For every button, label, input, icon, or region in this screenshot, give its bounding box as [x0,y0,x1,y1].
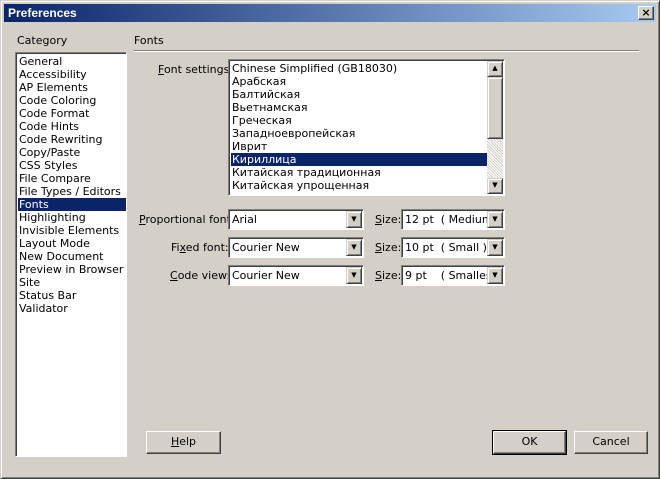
font-setting-item[interactable]: Chinese Simplified (GB18030) [231,62,489,75]
category-label: Category [17,34,68,47]
fixed-font-label: Fixed font: [171,241,229,254]
code-view-size-value: 9 pt ( Smallest ) [405,269,487,282]
title-bar[interactable]: Preferences × [4,4,656,22]
proportional-size-dropdown-icon[interactable]: ▼ [487,211,503,228]
code-view-font-select[interactable]: Courier New ▼ [228,265,364,286]
cancel-button[interactable]: Cancel [574,431,648,454]
scroll-down-arrow-icon[interactable]: ▼ [487,178,503,194]
font-setting-item[interactable]: Греческая [231,114,489,127]
proportional-font-select[interactable]: Arial ▼ [228,209,364,230]
font-settings-label: Font settings: [158,63,233,76]
fixed-font-select[interactable]: Courier New ▼ [228,237,364,258]
category-item[interactable]: Code Format [18,107,126,120]
category-item[interactable]: General [18,55,126,68]
fixed-size-label-text: ize: [381,241,402,254]
code-view-font-dropdown-icon[interactable]: ▼ [346,267,362,284]
category-item[interactable]: New Document [18,250,126,263]
code-view-size-accesskey: S [375,269,382,282]
font-setting-item[interactable]: Иврит [231,140,489,153]
proportional-font-dropdown-icon[interactable]: ▼ [346,211,362,228]
category-item[interactable]: File Types / Editors [18,185,126,198]
category-item[interactable]: Preview in Browser [18,263,126,276]
fixed-size-label: Size: [375,241,401,254]
code-view-font-value: Courier New [232,269,300,282]
help-label: elp [179,435,197,448]
fixed-font-dropdown-icon[interactable]: ▼ [346,239,362,256]
proportional-size-select[interactable]: 12 pt ( Medium ) ▼ [401,209,505,230]
code-view-label-text: ode view: [177,269,231,282]
font-setting-item[interactable]: Китайская упрощенная [231,179,489,192]
font-settings-label-text: ont settings: [163,63,234,76]
category-item[interactable]: Layout Mode [18,237,126,250]
proportional-size-label-text: ize: [381,213,402,226]
fixed-font-label-start: Fi [171,241,180,254]
proportional-font-value: Arial [232,213,257,226]
category-item[interactable]: AP Elements [18,81,126,94]
category-item[interactable]: Highlighting [18,211,126,224]
category-item[interactable]: Validator [18,302,126,315]
category-item[interactable]: Invisible Elements [18,224,126,237]
ok-button[interactable]: OK [492,430,567,455]
category-item[interactable]: File Compare [18,172,126,185]
category-item[interactable]: Code Hints [18,120,126,133]
font-setting-item[interactable]: Китайская традиционная [231,166,489,179]
font-setting-item[interactable]: Западноевропейская [231,127,489,140]
section-divider [134,50,639,52]
font-setting-item[interactable]: Вьетнамская [231,101,489,114]
help-accesskey: H [170,435,180,448]
code-view-size-select[interactable]: 9 pt ( Smallest ) ▼ [401,265,505,286]
font-settings-list[interactable]: Chinese Simplified (GB18030) Арабская Балт… [228,59,505,196]
category-item[interactable]: CSS Styles [18,159,126,172]
font-setting-item[interactable]: Балтийская [231,88,489,101]
code-view-accesskey: C [170,269,178,282]
scroll-up-arrow-icon[interactable]: ▲ [487,61,503,77]
category-item[interactable]: Status Bar [18,289,126,302]
fixed-font-value: Courier New [232,241,300,254]
font-settings-items: Chinese Simplified (GB18030) Арабская Балт… [231,62,489,192]
proportional-size-value: 12 pt ( Medium ) [405,213,487,226]
fixed-size-accesskey: S [375,241,382,254]
category-item[interactable]: Accessibility [18,68,126,81]
code-view-label: Code view: [170,269,230,282]
proportional-size-accesskey: S [375,213,382,226]
font-settings-scrollbar[interactable]: ▲ ▼ [487,61,503,194]
fixed-font-label-text: ed font: [185,241,229,254]
category-item[interactable]: Copy/Paste [18,146,126,159]
category-item[interactable]: Fonts [18,198,126,211]
font-setting-item[interactable]: Арабская [231,75,489,88]
fixed-size-dropdown-icon[interactable]: ▼ [487,239,503,256]
section-title: Fonts [134,34,164,47]
fixed-size-select[interactable]: 10 pt ( Small ) ▼ [401,237,505,258]
scroll-thumb[interactable] [487,77,503,139]
proportional-font-label-text: roportional font: [145,213,235,226]
preferences-window: Preferences × Category General Accessibil… [0,0,660,479]
proportional-font-label: Proportional font: [139,213,235,226]
code-view-size-label: Size: [375,269,401,282]
font-setting-item[interactable]: Кириллица [231,153,489,166]
category-item[interactable]: Code Rewriting [18,133,126,146]
window-title: Preferences [8,6,77,20]
category-item[interactable]: Site [18,276,126,289]
code-view-size-label-text: ize: [381,269,402,282]
code-view-size-dropdown-icon[interactable]: ▼ [487,267,503,284]
proportional-size-label: Size: [375,213,401,226]
category-list[interactable]: General Accessibility AP Elements Code Colo… [15,52,127,457]
category-item[interactable]: Code Coloring [18,94,126,107]
fixed-size-value: 10 pt ( Small ) [405,241,487,254]
help-button[interactable]: Help [146,431,221,454]
close-button[interactable]: × [638,6,654,20]
